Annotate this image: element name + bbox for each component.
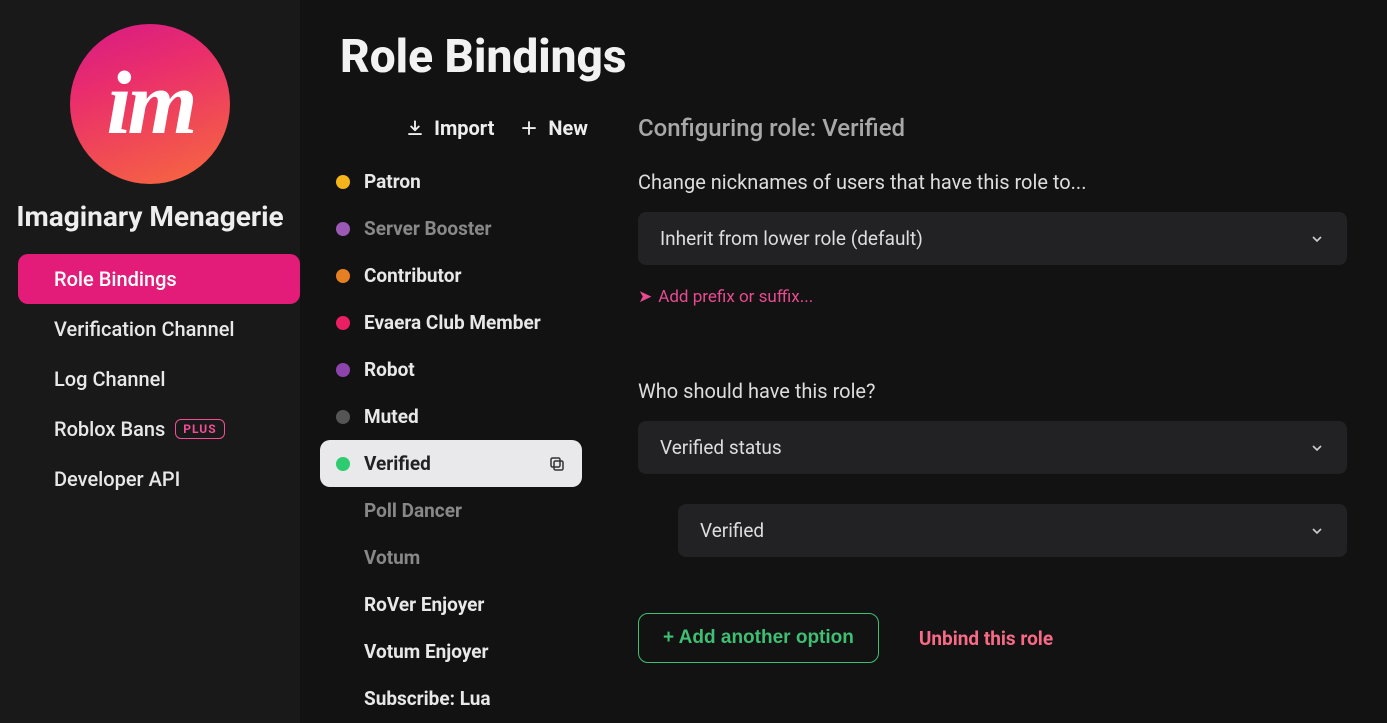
- triangle-right-icon: ➤: [638, 287, 652, 307]
- criteria-type-select[interactable]: Verified status: [638, 421, 1347, 474]
- sidebar-item-label: Developer API: [54, 467, 180, 491]
- sidebar-item-label: Verification Channel: [54, 317, 235, 341]
- add-prefix-suffix-link[interactable]: ➤ Add prefix or suffix...: [638, 287, 1347, 307]
- role-item-rover-enjoyer[interactable]: RoVer Enjoyer: [320, 581, 582, 628]
- criteria-value-select[interactable]: Verified: [678, 504, 1347, 557]
- roles-toolbar: Import New: [300, 102, 598, 158]
- config-heading-role: Verified: [822, 114, 905, 142]
- sidebar-item-developer-api[interactable]: Developer API: [18, 454, 300, 504]
- role-color-dot: [336, 410, 350, 424]
- role-label: Verified: [364, 452, 431, 475]
- sidebar-item-role-bindings[interactable]: Role Bindings: [18, 254, 300, 304]
- import-label: Import: [434, 116, 494, 140]
- chevron-down-icon: [1309, 231, 1325, 247]
- role-label: Poll Dancer: [364, 499, 462, 522]
- add-prefix-label: Add prefix or suffix...: [658, 287, 813, 307]
- role-label: Patron: [364, 170, 421, 193]
- content-row: Import New Patron Server Booster: [300, 102, 1387, 723]
- role-label: Votum Enjoyer: [364, 640, 489, 663]
- role-item-muted[interactable]: Muted: [320, 393, 582, 440]
- role-label: Evaera Club Member: [364, 311, 541, 334]
- nickname-select-value: Inherit from lower role (default): [660, 227, 923, 250]
- config-heading-prefix: Configuring role:: [638, 114, 822, 142]
- plus-icon: [520, 119, 538, 137]
- sidebar-item-label: Roblox Bans: [54, 417, 165, 441]
- who-field-label: Who should have this role?: [638, 379, 1347, 403]
- role-color-dot: [336, 363, 350, 377]
- sidebar-item-log-channel[interactable]: Log Channel: [18, 354, 300, 404]
- server-logo: im: [70, 24, 230, 184]
- page-title: Role Bindings: [340, 30, 1387, 84]
- sidebar-item-verification-channel[interactable]: Verification Channel: [18, 304, 300, 354]
- import-icon: [406, 119, 424, 137]
- sidebar-nav: Role Bindings Verification Channel Log C…: [0, 254, 300, 504]
- role-label: Subscribe: Lua: [364, 687, 491, 710]
- role-item-subscribe-lua[interactable]: Subscribe: Lua: [320, 675, 582, 718]
- config-heading: Configuring role: Verified: [638, 114, 1347, 142]
- role-label: Muted: [364, 405, 419, 428]
- copy-icon[interactable]: [548, 455, 566, 473]
- role-label: Contributor: [364, 264, 461, 287]
- role-item-poll-dancer[interactable]: Poll Dancer: [320, 487, 582, 534]
- unbind-role-button[interactable]: Unbind this role: [919, 627, 1053, 650]
- add-option-button[interactable]: + Add another option: [638, 613, 879, 663]
- sidebar-item-roblox-bans[interactable]: Roblox Bans PLUS: [18, 404, 300, 454]
- import-button[interactable]: Import: [406, 116, 494, 140]
- new-label: New: [548, 116, 588, 140]
- role-item-verified[interactable]: Verified: [320, 440, 582, 487]
- role-item-server-booster[interactable]: Server Booster: [320, 205, 582, 252]
- sidebar-item-label: Log Channel: [54, 367, 165, 391]
- role-item-evaera-club[interactable]: Evaera Club Member: [320, 299, 582, 346]
- plus-badge: PLUS: [175, 419, 224, 439]
- config-actions: + Add another option Unbind this role: [638, 613, 1347, 663]
- unbind-role-label: Unbind this role: [919, 627, 1053, 650]
- role-color-dot: [336, 175, 350, 189]
- roles-column: Import New Patron Server Booster: [300, 102, 598, 723]
- main-content: Role Bindings Import New Patron: [300, 0, 1387, 723]
- role-item-robot[interactable]: Robot: [320, 346, 582, 393]
- chevron-down-icon: [1309, 523, 1325, 539]
- nickname-select[interactable]: Inherit from lower role (default): [638, 212, 1347, 265]
- role-color-dot: [336, 222, 350, 236]
- nickname-field-label: Change nicknames of users that have this…: [638, 170, 1347, 194]
- role-item-patron[interactable]: Patron: [320, 158, 582, 205]
- roles-list[interactable]: Patron Server Booster Contributor Evaera…: [300, 158, 598, 718]
- server-logo-text: im: [106, 68, 193, 140]
- sidebar: im Imaginary Menagerie Role Bindings Ver…: [0, 0, 300, 723]
- server-name: Imaginary Menagerie: [16, 198, 283, 236]
- sidebar-item-label: Role Bindings: [54, 267, 177, 291]
- role-label: Votum: [364, 546, 420, 569]
- config-panel: Configuring role: Verified Change nickna…: [598, 102, 1387, 723]
- criteria-type-value: Verified status: [660, 436, 782, 459]
- role-color-dot: [336, 269, 350, 283]
- add-option-label: + Add another option: [663, 627, 854, 648]
- criteria-value: Verified: [700, 519, 764, 542]
- role-item-votum-enjoyer[interactable]: Votum Enjoyer: [320, 628, 582, 675]
- role-item-contributor[interactable]: Contributor: [320, 252, 582, 299]
- role-label: Robot: [364, 358, 415, 381]
- new-button[interactable]: New: [520, 116, 588, 140]
- role-color-dot: [336, 457, 350, 471]
- chevron-down-icon: [1309, 440, 1325, 456]
- role-color-dot: [336, 316, 350, 330]
- role-item-votum[interactable]: Votum: [320, 534, 582, 581]
- role-label: RoVer Enjoyer: [364, 593, 484, 616]
- role-label: Server Booster: [364, 217, 492, 240]
